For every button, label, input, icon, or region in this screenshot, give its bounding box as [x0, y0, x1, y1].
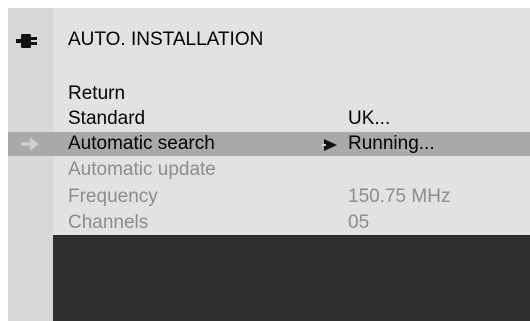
- menu-item-value: 05: [348, 212, 370, 233]
- menu-item-channels: Channels 05: [53, 211, 530, 235]
- tv-osd-screen: AUTO. INSTALLATION Return Standard UK...…: [0, 0, 530, 321]
- menu-item-label: Automatic update: [68, 159, 216, 180]
- menu-item-return[interactable]: Return: [53, 82, 530, 106]
- menu-item-value: 150.75 MHz: [348, 186, 451, 207]
- menu-item-automatic-search[interactable]: Automatic search Running...: [53, 132, 530, 156]
- menu-item-label: Return: [68, 83, 126, 104]
- info-panel: [53, 235, 530, 321]
- menu-item-label: Channels: [68, 212, 149, 233]
- menu-left-strip: [8, 8, 53, 321]
- menu-item-value: UK...: [348, 108, 391, 129]
- menu-item-label: Standard: [68, 108, 146, 129]
- menu-title: AUTO. INSTALLATION: [68, 29, 264, 50]
- menu-item-label: Automatic search: [68, 133, 215, 154]
- menu-item-frequency: Frequency 150.75 MHz: [53, 185, 530, 209]
- menu-item-label: Frequency: [68, 186, 158, 207]
- menu-item-value: Running...: [348, 133, 435, 154]
- menu-item-standard[interactable]: Standard UK...: [53, 107, 530, 131]
- selection-arrow-icon: [21, 137, 39, 151]
- installation-connector-icon: [16, 34, 37, 48]
- menu-item-automatic-update: Automatic update: [53, 158, 530, 182]
- play-arrow-icon: [322, 139, 337, 151]
